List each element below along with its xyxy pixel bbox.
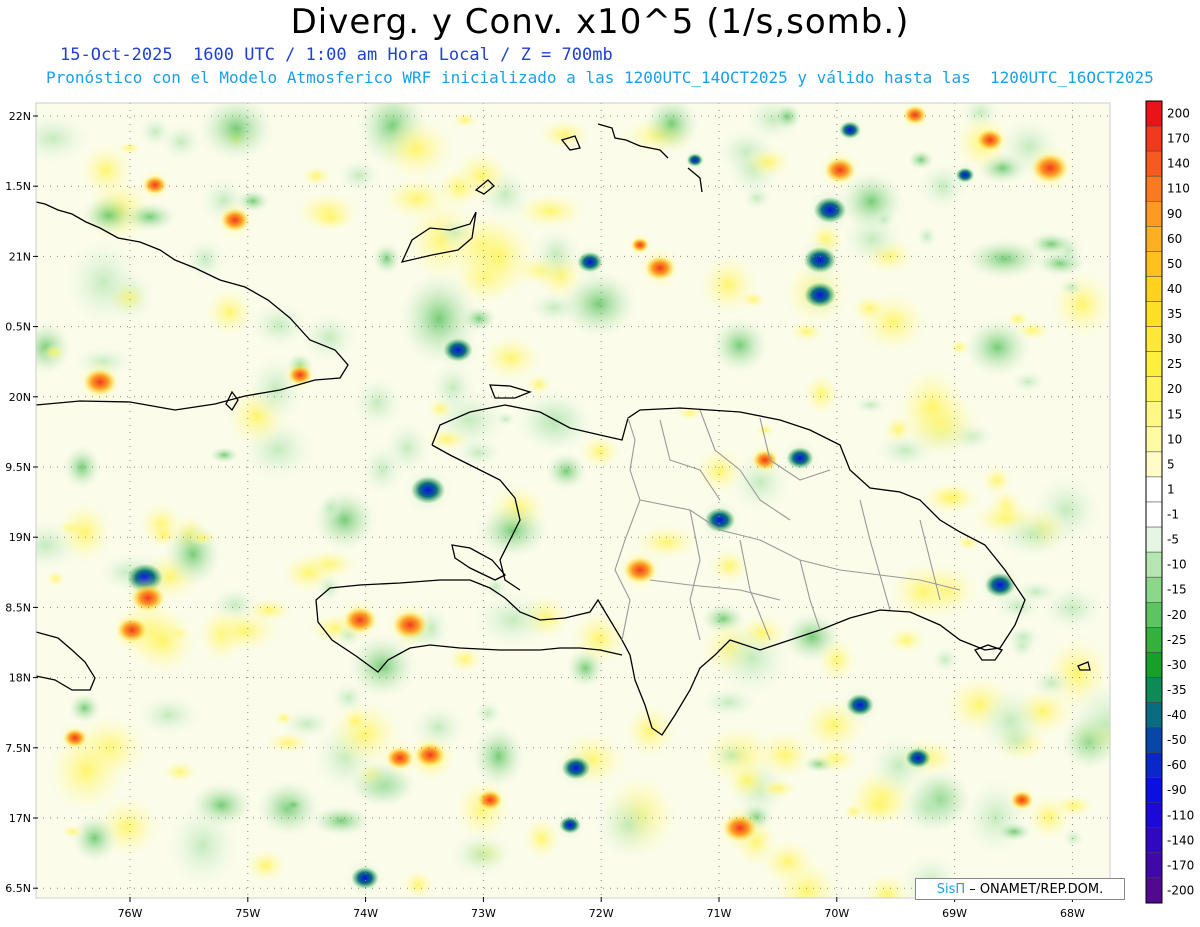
colorbar-label: -40 [1167,708,1187,722]
colorbar-label: 25 [1167,357,1182,371]
lat-label: 9.5N [5,461,31,474]
valid-time-subtitle: 15-Oct-2025 1600 UTC / 1:00 am Hora Loca… [60,45,613,65]
lon-label: 70W [824,907,849,920]
colorbar-swatch [1145,426,1163,453]
colorbar-label: 1 [1167,482,1175,496]
colorbar-swatch [1145,526,1163,553]
colorbar-label: -30 [1167,658,1187,672]
colorbar-swatch [1145,852,1163,879]
colorbar-label: -170 [1167,858,1194,872]
colorbar-swatch [1145,702,1163,728]
divergence-field [36,103,1110,898]
colorbar-swatch [1145,326,1163,352]
colorbar: 200 170 140 110 90 60 50 40 35 30 25 20 15 10 5 1 -1 -5 -1… [1145,100,1194,904]
colorbar-swatch [1145,125,1163,152]
lat-label: 17N [9,812,31,825]
onamet-credit: – ONAMET/REP.DOM. [969,881,1104,897]
colorbar-swatch [1145,677,1163,703]
colorbar-label: 10 [1167,432,1182,446]
colorbar-label: -15 [1167,583,1187,597]
colorbar-swatch [1145,551,1163,578]
colorbar-label: 140 [1167,157,1190,171]
colorbar-swatch [1145,476,1163,503]
colorbar-label: 110 [1167,182,1190,196]
lat-label: 18N [9,672,31,685]
colorbar-swatch [1145,351,1163,377]
colorbar-label: -35 [1167,683,1187,697]
colorbar-label: 200 [1167,107,1190,121]
lat-label: 19N [9,531,31,544]
colorbar-label: 50 [1167,257,1182,271]
longitude-labels: 76W 75W 74W 73W 72W 71W 70W 69W 68W [118,897,1085,920]
lat-label: 21N [9,250,31,263]
colorbar-label: -5 [1167,533,1179,547]
colorbar-swatch [1145,602,1163,628]
lat-label: 1.5N [5,180,31,193]
colorbar-label: -10 [1167,558,1187,572]
lon-label: 73W [471,907,496,920]
colorbar-swatch [1145,201,1163,227]
colorbar-label: 20 [1167,382,1182,396]
colorbar-swatch [1145,401,1163,428]
colorbar-label: -90 [1167,783,1187,797]
colorbar-swatch [1145,301,1163,327]
colorbar-swatch [1145,376,1163,402]
colorbar-swatch [1145,576,1163,603]
colorbar-label: -25 [1167,633,1187,647]
colorbar-swatch [1145,276,1163,302]
lon-label: 76W [118,907,143,920]
colorbar-swatch [1145,501,1163,528]
colorbar-label: 90 [1167,207,1182,221]
colorbar-label: -200 [1167,883,1194,897]
lat-label: 22N [9,110,31,123]
lat-label: 20N [9,391,31,404]
colorbar-swatch [1145,827,1163,854]
colorbar-label: -60 [1167,758,1187,772]
forecast-map: 22N 1.5N 21N 0.5N 20N 9.5N 19N 8.5N 18N 7.5N 17N 6.… [5,100,1194,920]
colorbar-swatch [1145,802,1163,829]
colorbar-swatch [1145,727,1163,753]
colorbar-swatch [1145,175,1163,202]
lat-label: 6.5N [5,882,31,895]
colorbar-label: -140 [1167,833,1194,847]
lon-label: 74W [353,907,378,920]
colorbar-swatch [1145,451,1163,478]
colorbar-label: -50 [1167,733,1187,747]
lon-label: 75W [235,907,260,920]
colorbar-swatch [1145,251,1163,277]
credit-box: SisΠ – ONAMET/REP.DOM. [915,878,1125,900]
colorbar-label: -1 [1167,508,1179,522]
colorbar-swatch [1145,627,1163,653]
colorbar-label: -20 [1167,608,1187,622]
colorbar-swatch [1145,752,1163,778]
lon-label: 71W [707,907,732,920]
colorbar-label: 40 [1167,282,1182,296]
colorbar-swatch [1145,150,1163,177]
colorbar-label: 5 [1167,457,1175,471]
lat-label: 8.5N [5,601,31,614]
colorbar-swatch [1145,777,1163,803]
lat-label: 7.5N [5,742,31,755]
colorbar-label: 35 [1167,307,1182,321]
colorbar-label: -110 [1167,808,1194,822]
chart-title: Diverg. y Conv. x10^5 (1/s,somb.) [290,2,910,42]
lon-label: 68W [1060,907,1085,920]
colorbar-label: 170 [1167,132,1190,146]
latitude-labels: 22N 1.5N 21N 0.5N 20N 9.5N 19N 8.5N 18N 7.5N 17N 6.… [5,110,38,895]
colorbar-swatch [1145,100,1163,127]
lon-label: 72W [589,907,614,920]
colorbar-label: 60 [1167,232,1182,246]
lon-label: 69W [942,907,967,920]
sispi-logo: SisΠ [936,881,966,897]
colorbar-swatch [1145,652,1163,678]
colorbar-swatch [1145,877,1163,904]
colorbar-label: 30 [1167,332,1182,346]
model-info-subtitle: Pronóstico con el Modelo Atmosferico WRF… [46,68,1154,87]
colorbar-swatch [1145,226,1163,252]
colorbar-label: 15 [1167,407,1182,421]
lat-label: 0.5N [5,321,31,334]
